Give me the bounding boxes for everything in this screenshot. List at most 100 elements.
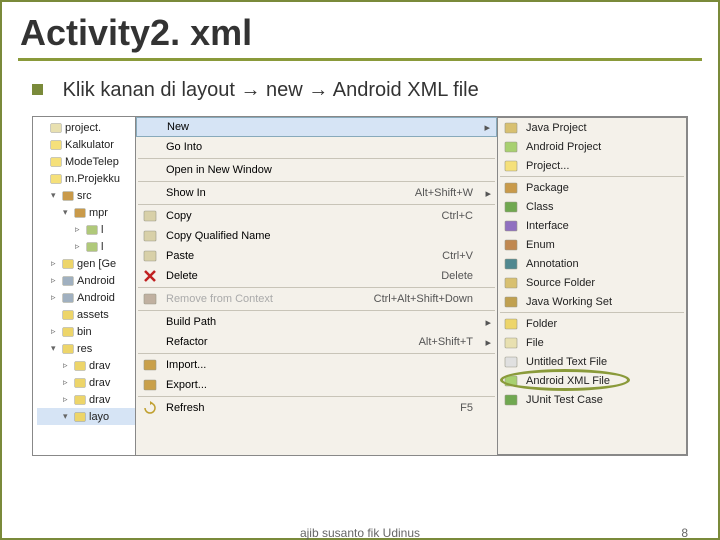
tree-item[interactable]: m.Projekku	[37, 170, 135, 187]
menu-label: Import...	[166, 359, 206, 371]
submenu-item-file[interactable]: File	[498, 333, 686, 352]
paste-icon	[142, 248, 158, 264]
project-tree[interactable]: project.KalkulatorModeTelep m.Projekku ▾sr…	[33, 117, 135, 455]
submenu-label: Interface	[526, 220, 569, 232]
menu-item-build-path[interactable]: Build Path▸	[136, 312, 497, 332]
submenu-label: Enum	[526, 239, 555, 251]
menu-item-show-in[interactable]: Show InAlt+Shift+W▸	[136, 183, 497, 203]
collapse-icon[interactable]: ▹	[51, 292, 59, 303]
expand-icon[interactable]: ▾	[51, 190, 59, 201]
submenu-label: Folder	[526, 318, 557, 330]
new-submenu[interactable]: Java Project Android Project Project... Pac…	[497, 117, 687, 455]
submenu-item-folder[interactable]: Folder	[498, 314, 686, 333]
tree-item[interactable]: ▹ Android	[37, 289, 135, 306]
menu-shortcut: Alt+Shift+W	[415, 187, 473, 199]
submenu-label: Project...	[526, 160, 569, 172]
tree-label: assets	[77, 309, 109, 321]
collapse-icon[interactable]: ▹	[51, 275, 59, 286]
submenu-item-annotation[interactable]: Annotation	[498, 254, 686, 273]
context-menu[interactable]: New▸Go Into Open in New Window Show InAlt+…	[135, 117, 497, 455]
submenu-item-class[interactable]: Class	[498, 197, 686, 216]
tree-item[interactable]: ▹drav	[37, 391, 135, 408]
submenu-label: File	[526, 337, 544, 349]
menu-separator	[138, 310, 495, 311]
menu-item-open-in-new-window[interactable]: Open in New Window	[136, 160, 497, 180]
menu-item-export-[interactable]: Export...	[136, 375, 497, 395]
import-icon	[142, 357, 158, 373]
submenu-item-java-working-set[interactable]: Java Working Set	[498, 292, 686, 311]
submenu-item-java-project[interactable]: Java Project	[498, 118, 686, 137]
submenu-item-enum[interactable]: Enum	[498, 235, 686, 254]
menu-item-new[interactable]: New▸	[136, 117, 497, 137]
submenu-item-android-project[interactable]: Android Project	[498, 137, 686, 156]
tree-label: m.Projekku	[65, 173, 120, 185]
tree-item[interactable]: ▹drav	[37, 374, 135, 391]
menu-item-refactor[interactable]: RefactorAlt+Shift+T▸	[136, 332, 497, 352]
tree-item[interactable]: ModeTelep	[37, 153, 135, 170]
collapse-icon[interactable]: ▹	[63, 360, 71, 371]
menu-item-copy-qualified-name[interactable]: Copy Qualified Name	[136, 226, 497, 246]
tree-item[interactable]: ▾res	[37, 340, 135, 357]
submenu-label: Untitled Text File	[526, 356, 607, 368]
collapse-icon[interactable]: ▹	[63, 377, 71, 388]
menu-label: Build Path	[166, 316, 216, 328]
menu-label: Copy Qualified Name	[166, 230, 271, 242]
folder-icon	[73, 359, 87, 373]
bullet-icon	[32, 84, 43, 95]
expand-icon[interactable]: ▾	[51, 343, 59, 354]
expand-icon[interactable]: ▾	[63, 411, 71, 422]
tree-item[interactable]: ▹l	[37, 221, 135, 238]
instruction-p3: Android XML file	[333, 79, 479, 101]
menu-label: Refactor	[166, 336, 208, 348]
junit-icon	[503, 392, 519, 408]
tree-label: l	[101, 241, 103, 253]
menu-item-go-into[interactable]: Go Into	[136, 137, 497, 157]
submenu-item-android-xml-file[interactable]: Android XML File	[498, 371, 686, 390]
tree-item[interactable]: ▹bin	[37, 323, 135, 340]
instruction-p2: new	[266, 79, 303, 101]
menu-label: Delete	[166, 270, 198, 282]
menu-shortcut: Ctrl+V	[442, 250, 473, 262]
submenu-item-project-[interactable]: Project...	[498, 156, 686, 175]
tree-item[interactable]: ▾src	[37, 187, 135, 204]
submenu-item-untitled-text-file[interactable]: Untitled Text File	[498, 352, 686, 371]
tree-item[interactable]: ▹l	[37, 238, 135, 255]
expand-icon[interactable]: ▾	[63, 207, 71, 218]
submenu-item-junit-test-case[interactable]: JUnit Test Case	[498, 390, 686, 409]
tree-item[interactable]: ▾layo	[37, 408, 135, 425]
menu-item-import-[interactable]: Import...	[136, 355, 497, 375]
tree-label: gen [Ge	[77, 258, 116, 270]
submenu-arrow-icon: ▸	[484, 121, 490, 134]
menu-item-copy[interactable]: CopyCtrl+C	[136, 206, 497, 226]
export-icon	[142, 377, 158, 393]
submenu-label: Source Folder	[526, 277, 595, 289]
tree-item[interactable]: assets	[37, 306, 135, 323]
collapse-icon[interactable]: ▹	[51, 258, 59, 269]
tree-label: Android	[77, 292, 115, 304]
submenu-item-source-folder[interactable]: Source Folder	[498, 273, 686, 292]
submenu-item-interface[interactable]: Interface	[498, 216, 686, 235]
collapse-icon[interactable]: ▹	[75, 224, 83, 235]
file-icon	[49, 121, 63, 135]
collapse-icon[interactable]: ▹	[75, 241, 83, 252]
collapse-icon[interactable]: ▹	[63, 394, 71, 405]
menu-label: Remove from Context	[166, 293, 273, 305]
tree-item[interactable]: project.	[37, 119, 135, 136]
tree-item[interactable]: ▹drav	[37, 357, 135, 374]
collapse-icon[interactable]: ▹	[51, 326, 59, 337]
folder-icon	[503, 316, 519, 332]
instruction-p1: Klik kanan di layout	[63, 79, 235, 101]
menu-shortcut: Alt+Shift+T	[419, 336, 473, 348]
tree-item[interactable]: ▾mpr	[37, 204, 135, 221]
menu-item-delete[interactable]: DeleteDelete	[136, 266, 497, 286]
proj-icon	[503, 158, 519, 174]
tree-item[interactable]: ▹ gen [Ge	[37, 255, 135, 272]
submenu-label: Java Project	[526, 122, 587, 134]
menu-item-paste[interactable]: PasteCtrl+V	[136, 246, 497, 266]
submenu-item-package[interactable]: Package	[498, 178, 686, 197]
eclipse-screenshot: project.KalkulatorModeTelep m.Projekku ▾sr…	[32, 116, 688, 456]
srcf-icon	[503, 275, 519, 291]
tree-item[interactable]: Kalkulator	[37, 136, 135, 153]
tree-item[interactable]: ▹Android	[37, 272, 135, 289]
menu-item-refresh[interactable]: RefreshF5	[136, 398, 497, 418]
